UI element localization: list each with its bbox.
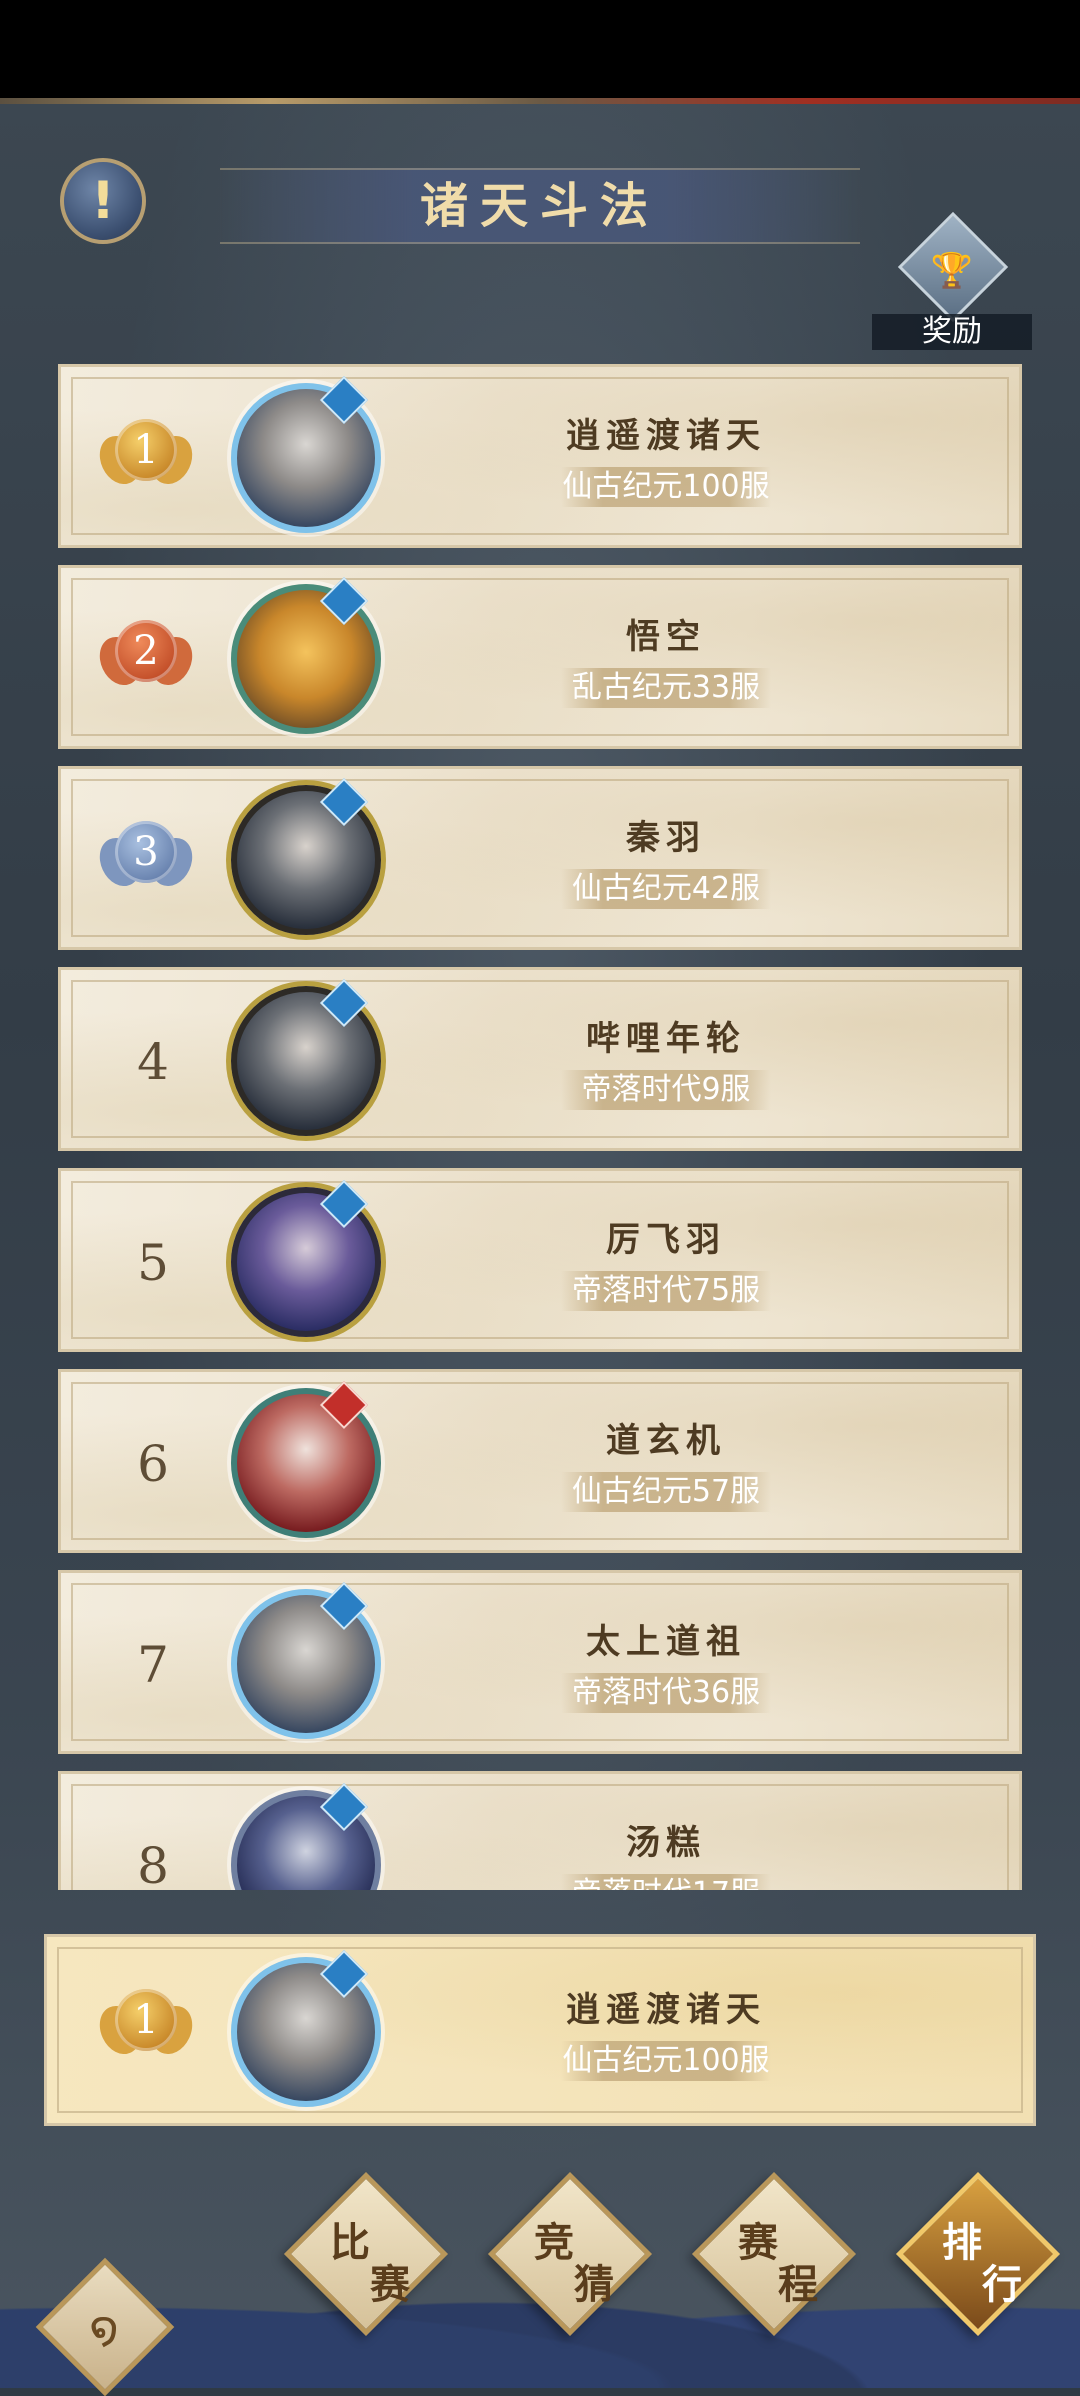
element-badge-icon [319, 576, 369, 626]
server-label: 仙古纪元100服 [561, 2041, 771, 2081]
silver-medal-icon: 3 [92, 815, 200, 905]
reward-label: 奖励 [872, 314, 1032, 350]
player-name: 逍遥渡诸天 [566, 416, 766, 456]
player-name: 逍遥渡诸天 [566, 1990, 766, 2030]
ranking-row[interactable]: 5 厉飞羽 帝落时代75服 [58, 1168, 1022, 1352]
server-label: 仙古纪元100服 [561, 467, 771, 507]
player-name: 秦羽 [626, 818, 706, 858]
my-ranking-row[interactable]: 1 逍遥渡诸天 仙古纪元100服 [44, 1934, 1036, 2126]
rank-number: 5 [137, 1234, 169, 1292]
player-name: 道玄机 [606, 1421, 726, 1461]
player-name: 厉飞羽 [606, 1220, 726, 1260]
server-label: 帝落时代75服 [561, 1271, 771, 1311]
player-name: 悟空 [626, 617, 706, 657]
element-badge-icon [319, 1581, 369, 1631]
page-title: 诸天斗法 [419, 178, 660, 234]
tab-ranking-label: 排行 [942, 2219, 1022, 2308]
rank-number: 4 [137, 1033, 169, 1091]
ranking-row[interactable]: 6 道玄机 仙古纪元57服 [58, 1369, 1022, 1553]
gold-medal-icon: 1 [92, 413, 200, 503]
element-badge-icon [319, 1782, 369, 1832]
player-name: 汤糕 [626, 1823, 706, 1863]
ranking-row[interactable]: 8 汤糕 帝落时代17服 [58, 1771, 1022, 1890]
avatar[interactable] [231, 1782, 381, 1890]
tab-match-label: 比赛 [330, 2219, 410, 2308]
avatar[interactable] [231, 1581, 381, 1739]
avatar[interactable] [231, 375, 381, 533]
server-label: 仙古纪元42服 [561, 869, 771, 909]
copper-medal-icon: 2 [92, 614, 200, 704]
tab-schedule-label: 赛程 [738, 2219, 818, 2308]
info-button[interactable]: ! [60, 158, 146, 244]
spiral-icon: ໑ [89, 2301, 119, 2355]
ranking-list[interactable]: 1 逍遥渡诸天 仙古纪元100服 2 悟空 乱古纪元33服 3 秦羽 仙古纪元4… [58, 364, 1022, 1890]
avatar[interactable] [231, 978, 381, 1136]
server-label: 帝落时代9服 [561, 1070, 771, 1110]
info-icon: ! [91, 171, 115, 231]
element-badge-icon [319, 1179, 369, 1229]
ranking-row[interactable]: 2 悟空 乱古纪元33服 [58, 565, 1022, 749]
element-badge-icon [319, 777, 369, 827]
ranking-row[interactable]: 7 太上道祖 帝落时代36服 [58, 1570, 1022, 1754]
server-label: 帝落时代36服 [561, 1673, 771, 1713]
avatar[interactable] [231, 777, 381, 935]
gold-medal-icon: 1 [92, 1983, 200, 2073]
server-label: 仙古纪元57服 [561, 1472, 771, 1512]
status-bar [0, 0, 1080, 98]
ranking-row[interactable]: 1 逍遥渡诸天 仙古纪元100服 [58, 364, 1022, 548]
player-name: 哔哩年轮 [586, 1019, 746, 1059]
player-name: 太上道祖 [586, 1622, 746, 1662]
server-label: 乱古纪元33服 [561, 668, 771, 708]
rank-number: 7 [137, 1636, 169, 1694]
avatar[interactable] [231, 1949, 381, 2107]
element-badge-icon [319, 1380, 369, 1430]
server-label: 帝落时代17服 [561, 1874, 771, 1890]
avatar[interactable] [231, 576, 381, 734]
title-banner: 诸天斗法 [220, 168, 860, 244]
avatar[interactable] [231, 1179, 381, 1337]
ranking-row[interactable]: 3 秦羽 仙古纪元42服 [58, 766, 1022, 950]
avatar[interactable] [231, 1380, 381, 1538]
rank-number: 6 [137, 1435, 169, 1493]
tab-guess-label: 竞猜 [534, 2219, 614, 2308]
rank-number: 8 [137, 1837, 169, 1890]
element-badge-icon [319, 978, 369, 1028]
trophy-icon: 🏆 [930, 251, 974, 291]
element-badge-icon [319, 375, 369, 425]
ranking-row[interactable]: 4 哔哩年轮 帝落时代9服 [58, 967, 1022, 1151]
reward-button[interactable]: 🏆 奖励 [872, 211, 1032, 350]
element-badge-icon [319, 1949, 369, 1999]
